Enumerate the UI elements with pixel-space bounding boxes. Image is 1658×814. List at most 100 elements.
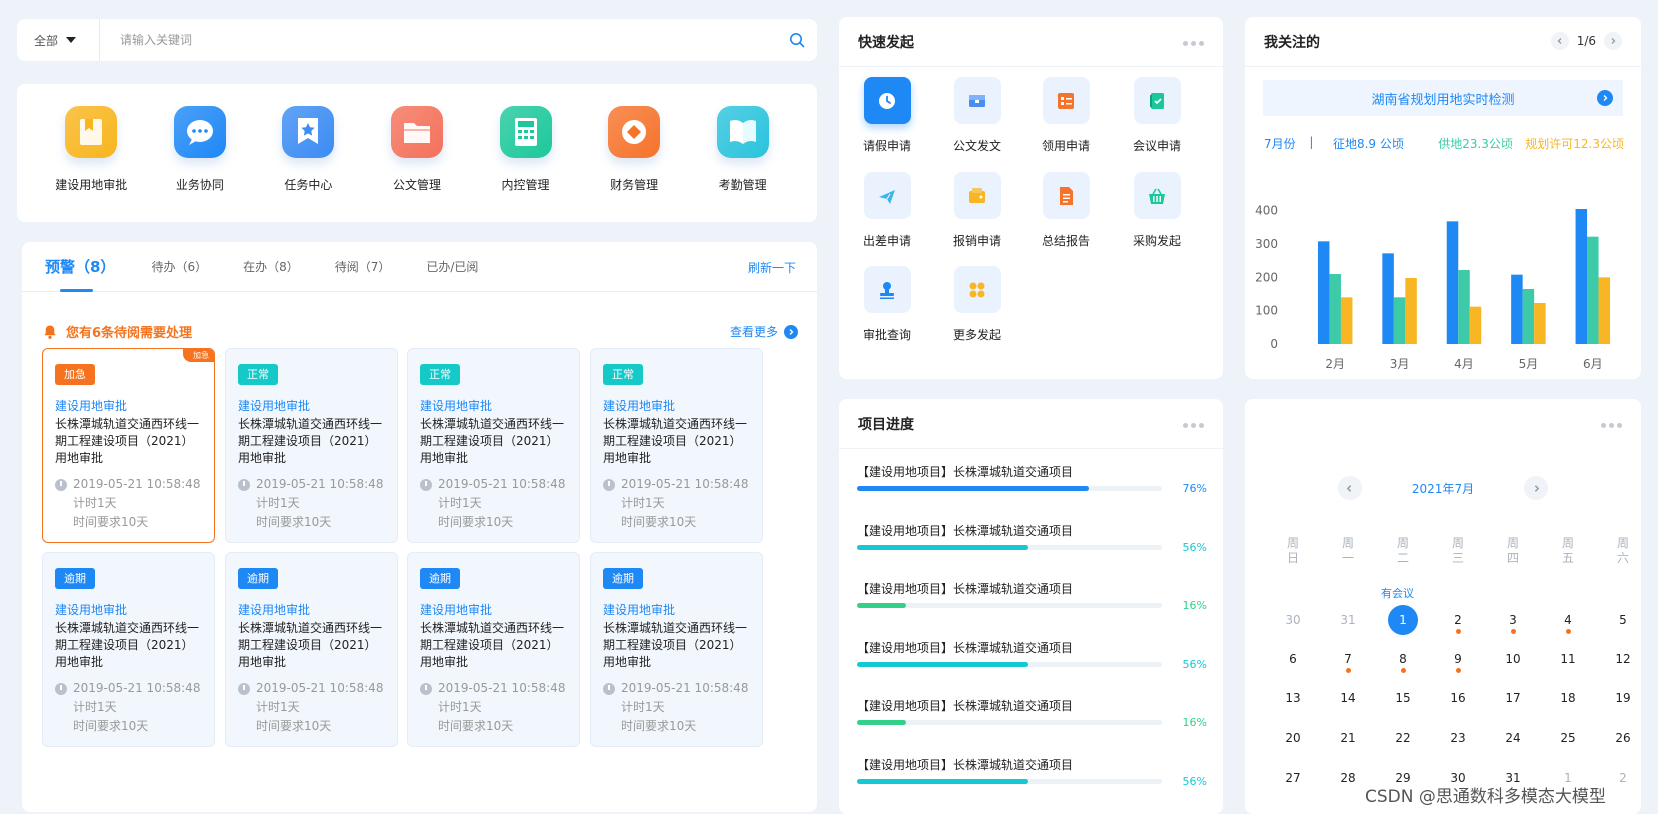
weekday-prefix: 周 <box>1286 536 1299 550</box>
chevron-left-icon[interactable] <box>1337 476 1362 500</box>
calendar-day[interactable]: 25 <box>1553 723 1583 753</box>
bar <box>1340 297 1353 344</box>
chevron-right-icon[interactable] <box>1524 476 1549 500</box>
task-card[interactable]: 正常 建设用地审批 长株潭城轨道交通西环线一期工程建设项目（2021）用地审批 201… <box>407 348 580 543</box>
progress-item[interactable]: 【建设用地项目】长株潭城轨道交通项目 16% <box>857 697 1207 729</box>
card-title: 建设用地审批 <box>420 399 493 413</box>
quick-launch-item[interactable]: 出差申请 <box>852 172 922 249</box>
search-scope-select[interactable]: 全部 <box>17 19 100 61</box>
task-tab[interactable]: 在办（8） <box>243 242 299 292</box>
progress-track <box>857 603 1162 608</box>
quick-launch-item[interactable]: 总结报告 <box>1031 172 1101 249</box>
progress-item[interactable]: 【建设用地项目】长株潭城轨道交通项目 56% <box>857 522 1207 554</box>
calendar-day[interactable]: 24 <box>1498 723 1528 753</box>
stamp-icon <box>863 266 911 313</box>
calendar-day[interactable]: 10 <box>1498 644 1528 674</box>
calendar-day[interactable]: 8 <box>1388 644 1418 674</box>
view-more-link[interactable]: 查看更多 <box>730 323 798 340</box>
task-tab[interactable]: 待办（6） <box>151 242 207 292</box>
calendar-day[interactable]: 27 <box>1278 763 1308 793</box>
progress-item[interactable]: 【建设用地项目】长株潭城轨道交通项目 16% <box>857 580 1207 612</box>
calendar-day[interactable]: 30 <box>1278 605 1308 635</box>
calendar-day-number: 28 <box>1340 771 1356 785</box>
task-card[interactable]: 正常 建设用地审批 长株潭城轨道交通西环线一期工程建设项目（2021）用地审批 201… <box>590 348 763 543</box>
task-card[interactable]: 正常 建设用地审批 长株潭城轨道交通西环线一期工程建设项目（2021）用地审批 201… <box>225 348 398 543</box>
more-dots-icon[interactable] <box>1183 423 1204 428</box>
progress-fill <box>857 661 1028 667</box>
calendar-day[interactable]: 22 <box>1388 723 1418 753</box>
calendar-day[interactable]: 11 <box>1553 644 1583 674</box>
quick-launch-item[interactable]: 采购发起 <box>1122 172 1192 249</box>
task-card[interactable]: 逾期 建设用地审批 长株潭城轨道交通西环线一期工程建设项目（2021）用地审批 201… <box>42 552 215 747</box>
search-icon[interactable] <box>777 32 817 48</box>
progress-percent: 16% <box>1182 599 1207 612</box>
calendar-day[interactable]: 13 <box>1278 683 1308 713</box>
calendar-day[interactable]: 1 <box>1388 605 1418 635</box>
calendar-day[interactable]: 2 <box>1608 763 1638 793</box>
task-tab[interactable]: 已办/已阅 <box>426 242 478 292</box>
calendar-day[interactable]: 12 <box>1608 644 1638 674</box>
calendar-day[interactable]: 21 <box>1333 723 1363 753</box>
task-card[interactable]: 逾期 建设用地审批 长株潭城轨道交通西环线一期工程建设项目（2021）用地审批 201… <box>407 552 580 747</box>
weekday-name: 六 <box>1616 551 1629 565</box>
app-chat[interactable]: 业务协同 <box>146 106 254 222</box>
card-time: 2019-05-21 10:58:48 <box>438 681 566 695</box>
calendar-day[interactable]: 5 <box>1608 605 1638 635</box>
task-card[interactable]: 逾期 建设用地审批 长株潭城轨道交通西环线一期工程建设项目（2021）用地审批 201… <box>590 552 763 747</box>
calendar-day[interactable]: 14 <box>1333 683 1363 713</box>
quick-launch-item[interactable]: 审批查询 <box>852 266 922 343</box>
app-coin[interactable]: 财务管理 <box>580 106 688 222</box>
calendar-day[interactable]: 31 <box>1333 605 1363 635</box>
calendar-day[interactable]: 16 <box>1443 683 1473 713</box>
calendar-day[interactable]: 17 <box>1498 683 1528 713</box>
calendar-day[interactable]: 15 <box>1388 683 1418 713</box>
calendar-day[interactable]: 18 <box>1553 683 1583 713</box>
task-tab[interactable]: 预警（8） <box>45 242 115 292</box>
calendar-day[interactable]: 7 <box>1333 644 1363 674</box>
calendar-day[interactable]: 20 <box>1278 723 1308 753</box>
status-badge: 正常 <box>238 364 278 385</box>
app-folder[interactable]: 公文管理 <box>363 106 471 222</box>
app-bookmark[interactable]: 建设用地审批 <box>37 106 145 222</box>
chevron-right-icon[interactable] <box>1604 32 1622 50</box>
calendar-day[interactable]: 6 <box>1278 644 1308 674</box>
refresh-link[interactable]: 刷新一下 <box>748 259 796 276</box>
calendar-day[interactable]: 4 <box>1553 605 1583 635</box>
task-tab[interactable]: 待阅（7） <box>335 242 391 292</box>
chevron-left-icon[interactable] <box>1550 32 1569 50</box>
document-icon <box>1042 172 1090 219</box>
land-bar-chart: 0 100 200 300 400 2月 3月 4月 5月 6月 <box>1255 204 1611 371</box>
more-dots-icon[interactable] <box>1183 41 1204 46</box>
quick-launch-item[interactable]: 会议申请 <box>1122 77 1192 154</box>
app-book[interactable]: 考勤管理 <box>689 106 797 222</box>
calendar-day[interactable]: 9 <box>1443 644 1473 674</box>
calendar-day[interactable]: 23 <box>1443 723 1473 753</box>
weekday-prefix: 周 <box>1506 536 1519 550</box>
progress-track <box>857 544 1162 550</box>
app-star[interactable]: 任务中心 <box>254 106 362 222</box>
progress-item[interactable]: 【建设用地项目】长株潭城轨道交通项目 56% <box>857 756 1207 788</box>
app-label: 财务管理 <box>610 178 659 192</box>
project-progress-panel: 项目进度 【建设用地项目】长株潭城轨道交通项目 76% 【建设用地项目】长株潭城轨道… <box>839 399 1223 814</box>
calendar-day[interactable]: 26 <box>1608 723 1638 753</box>
quick-launch-item[interactable]: 更多发起 <box>942 266 1012 343</box>
progress-item[interactable]: 【建设用地项目】长株潭城轨道交通项目 56% <box>857 639 1207 671</box>
calendar-day[interactable]: 2 <box>1443 605 1473 635</box>
quick-launch-item[interactable]: 请假申请 <box>852 77 922 154</box>
progress-item[interactable]: 【建设用地项目】长株潭城轨道交通项目 76% <box>857 463 1207 495</box>
calendar-day[interactable]: 3 <box>1498 605 1528 635</box>
calendar-day[interactable]: 28 <box>1333 763 1363 793</box>
progress-percent: 16% <box>1182 716 1207 729</box>
quick-launch-item[interactable]: 公文发文 <box>942 77 1012 154</box>
app-calculator[interactable]: 内控管理 <box>472 106 580 222</box>
search-input[interactable] <box>100 19 777 61</box>
task-card[interactable]: 逾期 建设用地审批 长株潭城轨道交通西环线一期工程建设项目（2021）用地审批 201… <box>225 552 398 747</box>
calendar-day[interactable]: 19 <box>1608 683 1638 713</box>
follow-banner[interactable]: 湖南省规划用地实时检测 <box>1263 80 1623 116</box>
card-title: 建设用地审批 <box>603 603 676 617</box>
quick-launch-item[interactable]: 领用申请 <box>1031 77 1101 154</box>
task-card[interactable]: 加急 加急 建设用地审批 长株潭城轨道交通西环线一期工程建设项目（2021）用地审批 2… <box>42 348 215 543</box>
more-dots-icon[interactable] <box>1601 423 1622 428</box>
quick-launch-item[interactable]: 报销申请 <box>942 172 1012 249</box>
view-more-label: 查看更多 <box>729 325 778 339</box>
